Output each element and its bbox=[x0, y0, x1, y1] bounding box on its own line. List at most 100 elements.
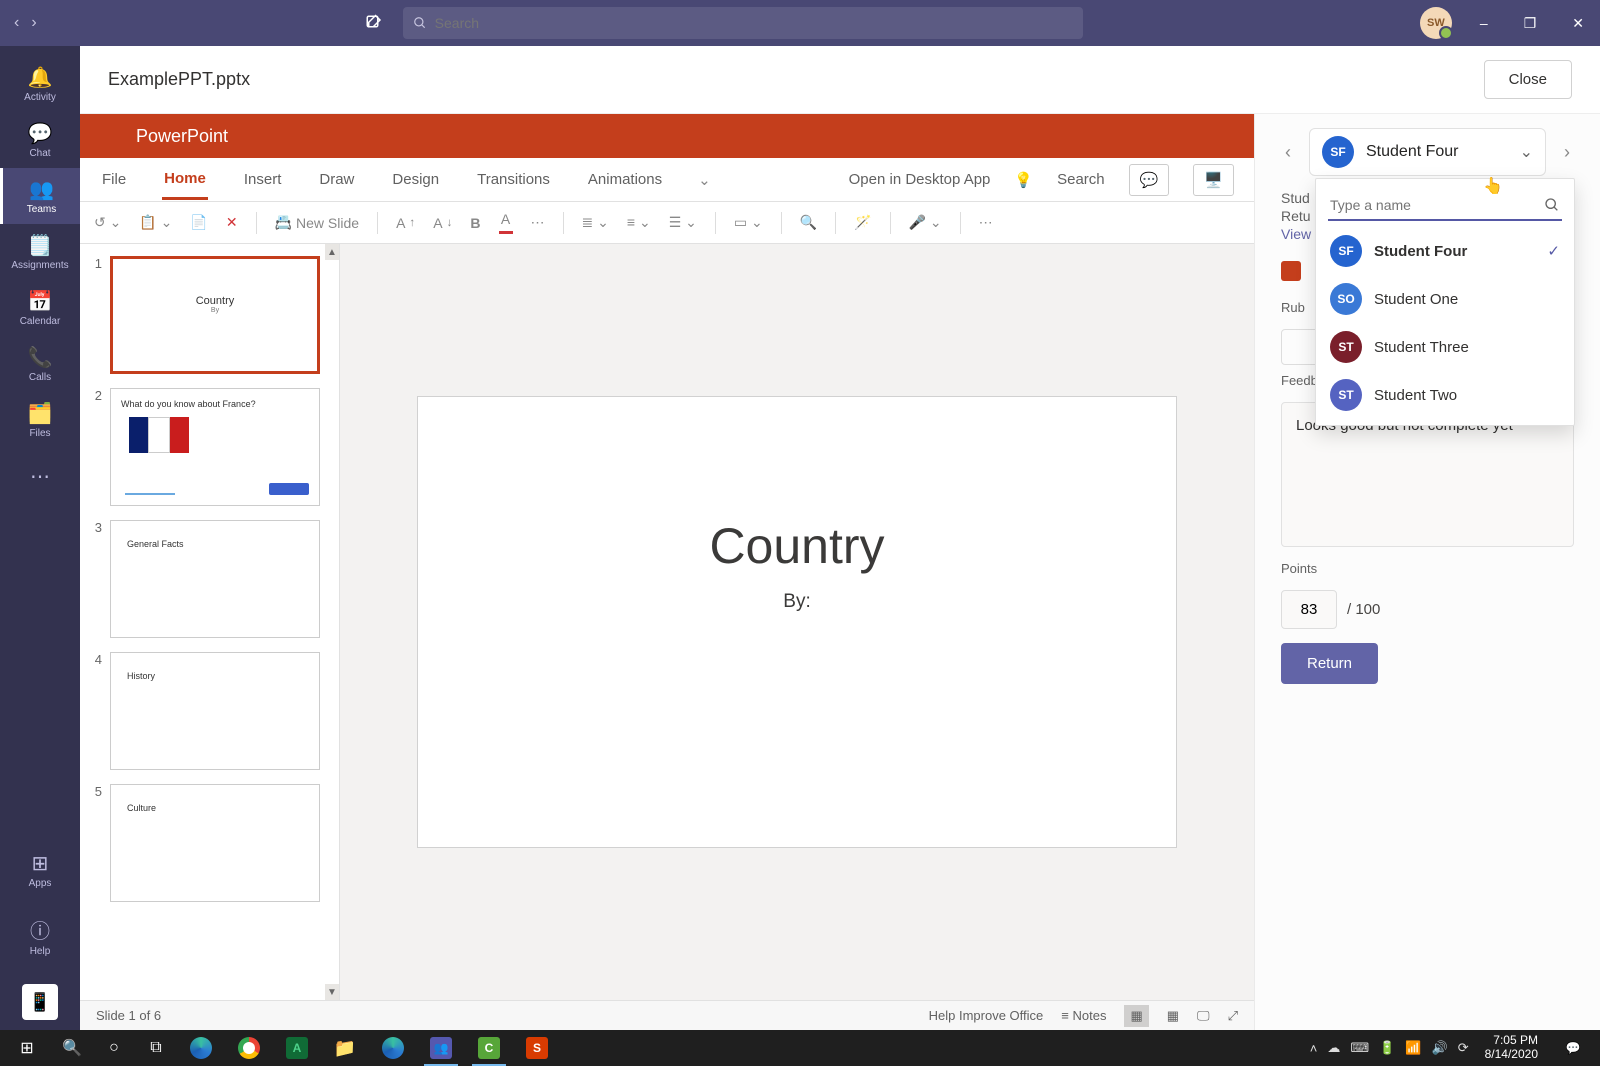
dropdown-item[interactable]: SF Student Four ✓ bbox=[1316, 227, 1574, 275]
start-button[interactable]: ⊞ bbox=[4, 1030, 50, 1066]
global-search-input[interactable] bbox=[435, 15, 1073, 31]
dropdown-item[interactable]: SO Student One bbox=[1316, 275, 1574, 323]
tray-overflow-icon[interactable]: ˄ bbox=[1310, 1041, 1318, 1056]
bold-icon[interactable]: B bbox=[470, 215, 480, 231]
tab-design[interactable]: Design bbox=[390, 161, 441, 198]
align-icon[interactable]: ☰ ⌄ bbox=[669, 214, 697, 231]
tab-insert[interactable]: Insert bbox=[242, 161, 284, 198]
tab-home[interactable]: Home bbox=[162, 160, 208, 200]
comments-icon[interactable]: 💬 bbox=[1129, 164, 1170, 196]
points-input[interactable] bbox=[1281, 590, 1337, 629]
copy-icon[interactable]: 📄 bbox=[190, 214, 207, 231]
window-maximize-icon[interactable]: ❐ bbox=[1516, 11, 1545, 36]
tab-animations[interactable]: Animations bbox=[586, 161, 664, 198]
rail-teams[interactable]: 👥Teams bbox=[0, 168, 80, 224]
rail-activity[interactable]: 🔔Activity bbox=[0, 56, 80, 112]
thumb-row[interactable]: 1 Country By bbox=[86, 256, 333, 374]
dropdown-item[interactable]: ST Student Two bbox=[1316, 371, 1574, 419]
tab-transitions[interactable]: Transitions bbox=[475, 161, 552, 198]
tellme-icon[interactable]: 💡 bbox=[1014, 171, 1033, 189]
close-button[interactable]: Close bbox=[1484, 60, 1572, 99]
thumb-row[interactable]: 3 General Facts bbox=[86, 520, 333, 638]
taskbar-clock[interactable]: 7:05 PM 8/14/2020 bbox=[1479, 1034, 1544, 1062]
next-student-icon[interactable]: › bbox=[1560, 138, 1574, 167]
nav-back-icon[interactable]: ‹ bbox=[14, 14, 19, 32]
font-color-icon[interactable]: A bbox=[499, 211, 513, 234]
tab-overflow-icon[interactable]: ⌄ bbox=[698, 171, 711, 189]
dropdown-search-input[interactable] bbox=[1330, 197, 1536, 213]
taskbar-app-snagit[interactable]: S bbox=[514, 1030, 560, 1066]
toolbar-more-icon[interactable]: ⋯ bbox=[979, 214, 993, 231]
dictate-icon[interactable]: 🎤 ⌄ bbox=[909, 214, 942, 231]
thumb-slide-5[interactable]: Culture bbox=[110, 784, 320, 902]
student-dropdown-button[interactable]: SF Student Four ⌄ bbox=[1309, 128, 1546, 176]
tray-keyboard-icon[interactable]: ⌨ bbox=[1350, 1040, 1369, 1056]
taskbar-app-explorer[interactable]: 📁 bbox=[322, 1030, 368, 1066]
slide-canvas[interactable]: Country By: bbox=[340, 244, 1254, 1000]
taskbar-search-icon[interactable]: 🔍 bbox=[52, 1030, 92, 1066]
global-search[interactable] bbox=[403, 7, 1083, 39]
thumb-row[interactable]: 5 Culture bbox=[86, 784, 333, 902]
help-improve-link[interactable]: Help Improve Office bbox=[929, 1008, 1044, 1023]
rail-chat[interactable]: 💬Chat bbox=[0, 112, 80, 168]
tray-battery-icon[interactable]: 🔋 bbox=[1379, 1040, 1395, 1056]
thumb-row[interactable]: 4 History bbox=[86, 652, 333, 770]
new-slide-button[interactable]: 📇 New Slide bbox=[275, 214, 359, 231]
compose-icon[interactable] bbox=[365, 14, 383, 32]
thumb-slide-4[interactable]: History bbox=[110, 652, 320, 770]
cut-icon[interactable]: ✕ bbox=[226, 214, 238, 231]
undo-icon[interactable]: ↺ ⌄ bbox=[94, 214, 121, 231]
taskbar-app-a[interactable]: A bbox=[274, 1030, 320, 1066]
thumb-slide-2[interactable]: What do you know about France? bbox=[110, 388, 320, 506]
thumb-slide-1[interactable]: Country By bbox=[110, 256, 320, 374]
shapes-icon[interactable]: ▭ ⌄ bbox=[734, 214, 763, 231]
tray-sync-icon[interactable]: ⟳ bbox=[1458, 1040, 1469, 1056]
numbering-icon[interactable]: ≡ ⌄ bbox=[627, 214, 651, 231]
cortana-icon[interactable]: ○ bbox=[94, 1030, 134, 1066]
taskbar-app-camtasia[interactable]: C bbox=[466, 1030, 512, 1066]
dropdown-item[interactable]: ST Student Three bbox=[1316, 323, 1574, 371]
font-more-icon[interactable]: ⋯ bbox=[531, 214, 545, 231]
tab-file[interactable]: File bbox=[100, 161, 128, 198]
action-center-icon[interactable]: 💬 bbox=[1554, 1030, 1592, 1066]
rail-apps[interactable]: ⊞Apps bbox=[0, 842, 80, 898]
zoom-fit-icon[interactable]: ⤢ bbox=[1228, 1008, 1238, 1024]
bullets-icon[interactable]: ≣ ⌄ bbox=[582, 214, 609, 231]
thumbs-scroll-up-icon[interactable]: ▲ bbox=[325, 244, 339, 260]
taskbar-app-edge[interactable] bbox=[178, 1030, 224, 1066]
prev-student-icon[interactable]: ‹ bbox=[1281, 138, 1295, 167]
window-close-icon[interactable]: ✕ bbox=[1564, 11, 1592, 36]
view-sorter-icon[interactable]: ▦ bbox=[1167, 1008, 1179, 1024]
ribbon-search-label[interactable]: Search bbox=[1057, 171, 1105, 188]
return-button[interactable]: Return bbox=[1281, 643, 1378, 684]
tray-wifi-icon[interactable]: 📶 bbox=[1405, 1040, 1421, 1056]
rail-calendar[interactable]: 📅Calendar bbox=[0, 280, 80, 336]
rail-assignments[interactable]: 🗒️Assignments bbox=[0, 224, 80, 280]
window-minimize-icon[interactable]: – bbox=[1472, 11, 1496, 35]
paste-icon[interactable]: 📋 ⌄ bbox=[139, 214, 172, 231]
font-shrink-icon[interactable]: A↓ bbox=[433, 215, 452, 231]
user-avatar[interactable]: SW bbox=[1420, 7, 1452, 39]
rail-calls[interactable]: 📞Calls bbox=[0, 336, 80, 392]
thumb-row[interactable]: 2 What do you know about France? bbox=[86, 388, 333, 506]
present-icon[interactable]: 🖥️ bbox=[1193, 164, 1234, 196]
nav-forward-icon[interactable]: › bbox=[31, 14, 36, 32]
notes-button[interactable]: ≡ Notes bbox=[1061, 1008, 1106, 1023]
taskview-icon[interactable]: ⧉ bbox=[136, 1030, 176, 1066]
rail-more[interactable]: ⋯ bbox=[0, 448, 80, 504]
open-desktop-button[interactable]: Open in Desktop App bbox=[849, 171, 991, 188]
rail-files[interactable]: 🗂️Files bbox=[0, 392, 80, 448]
taskbar-app-chrome[interactable] bbox=[226, 1030, 272, 1066]
font-grow-icon[interactable]: A↑ bbox=[396, 215, 415, 231]
designer-icon[interactable]: 🪄 bbox=[854, 214, 871, 231]
view-normal-icon[interactable]: ▦ bbox=[1124, 1005, 1148, 1027]
rail-help[interactable]: ⓘHelp bbox=[0, 908, 80, 964]
view-reading-icon[interactable]: 🖵 bbox=[1197, 1008, 1210, 1024]
taskbar-app-edge2[interactable] bbox=[370, 1030, 416, 1066]
tray-onedrive-icon[interactable]: ☁ bbox=[1327, 1040, 1340, 1056]
thumb-slide-3[interactable]: General Facts bbox=[110, 520, 320, 638]
thumbs-scroll-down-icon[interactable]: ▼ bbox=[325, 984, 339, 1000]
tray-volume-icon[interactable]: 🔊 bbox=[1432, 1040, 1448, 1056]
dropdown-search[interactable] bbox=[1328, 191, 1562, 221]
find-icon[interactable]: 🔍 bbox=[800, 214, 817, 231]
